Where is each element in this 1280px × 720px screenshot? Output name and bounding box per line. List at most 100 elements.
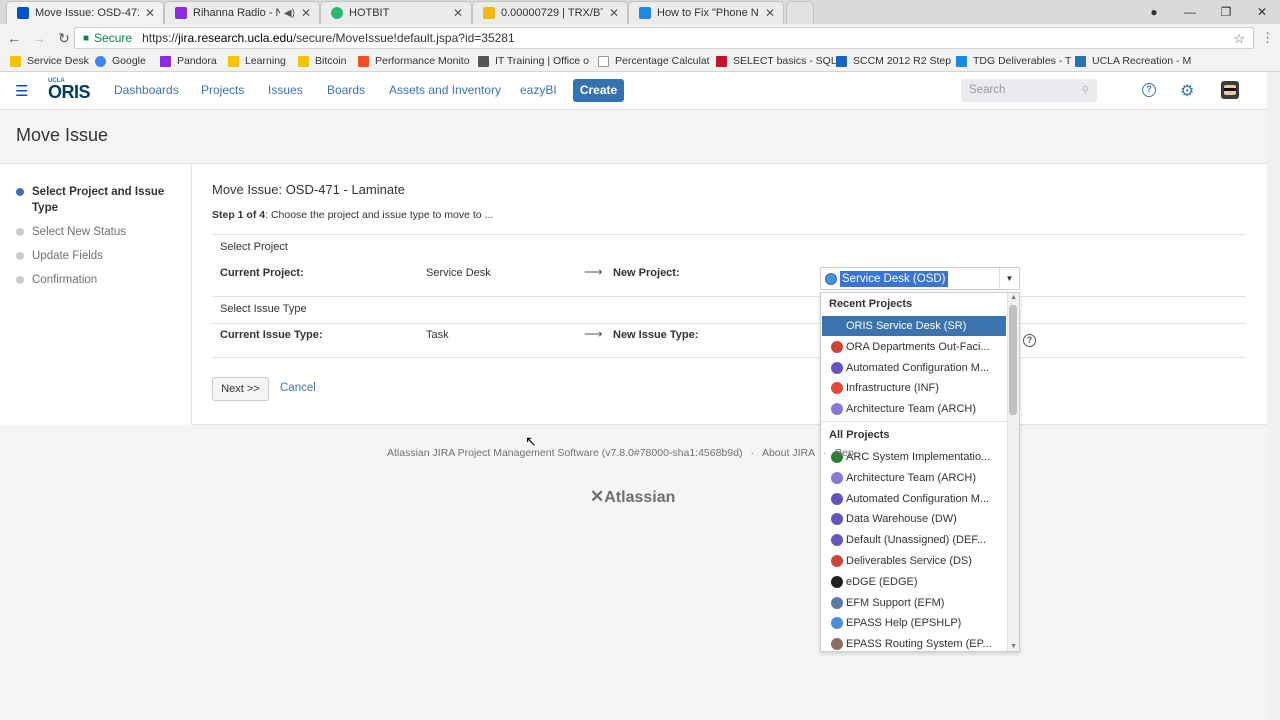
- all-project-option[interactable]: Automated Configuration M...: [822, 489, 1006, 509]
- article-favicon-icon: [639, 7, 651, 19]
- bookmark-sccm[interactable]: SCCM 2012 R2 Step: [836, 55, 951, 67]
- nav-boards[interactable]: Boards: [327, 83, 365, 97]
- all-project-option[interactable]: Data Warehouse (DW): [822, 509, 1006, 529]
- bookmark-label: Pandora: [177, 55, 217, 67]
- bookmark-select-basics[interactable]: SELECT basics - SQL: [716, 55, 837, 67]
- folder-icon: [228, 55, 239, 67]
- all-project-option[interactable]: EFM Support (EFM): [822, 593, 1006, 613]
- bookmark-label: UCLA Recreation - M: [1092, 55, 1192, 67]
- wizard-steps: Select Project and Issue Type Select New…: [0, 164, 192, 425]
- url-text[interactable]: https://jira.research.ucla.edu/secure/Mo…: [142, 31, 515, 45]
- close-tab-icon[interactable]: ✕: [453, 6, 463, 20]
- bookmark-learning[interactable]: Learning: [228, 55, 286, 67]
- url-scheme: https://: [142, 31, 179, 45]
- new-project-select[interactable]: Service Desk (OSD) ▼: [820, 267, 1020, 290]
- address-bar[interactable]: ■ Secure https://jira.research.ucla.edu/…: [74, 27, 1254, 49]
- create-button[interactable]: Create: [573, 79, 624, 102]
- bookmark-google[interactable]: Google: [95, 55, 146, 67]
- nav-dashboards[interactable]: Dashboards: [114, 83, 179, 97]
- browser-menu-icon[interactable]: ⋮: [1261, 30, 1274, 46]
- audio-playing-icon[interactable]: ◀): [284, 8, 295, 19]
- minimize-icon[interactable]: —: [1172, 5, 1208, 19]
- recent-project-option[interactable]: Automated Configuration M...: [822, 358, 1006, 378]
- new-tab-button[interactable]: [786, 1, 814, 24]
- search-icon[interactable]: ⚲: [1082, 79, 1089, 102]
- scrollbar-thumb[interactable]: [1009, 305, 1017, 415]
- next-button[interactable]: Next >>: [212, 377, 269, 401]
- close-tab-icon[interactable]: ✕: [145, 6, 155, 20]
- page-icon: [598, 55, 609, 67]
- all-project-option[interactable]: eDGE (EDGE): [822, 572, 1006, 592]
- page-scrollbar[interactable]: [1267, 72, 1280, 720]
- project-option-label: ORIS Service Desk (SR): [846, 320, 967, 332]
- nav-projects[interactable]: Projects: [201, 83, 244, 97]
- gear-icon[interactable]: ⚙: [1180, 81, 1194, 101]
- bookmark-percentage-calculator[interactable]: Percentage Calculat: [598, 55, 710, 67]
- all-project-option[interactable]: EPASS Help (EPSHLP): [822, 613, 1006, 633]
- close-tab-icon[interactable]: ✕: [609, 6, 619, 20]
- bookmark-star-icon[interactable]: ☆: [1233, 31, 1245, 47]
- footer-separator: ·: [750, 447, 754, 459]
- project-option-label: eDGE (EDGE): [846, 575, 918, 588]
- search-input[interactable]: Search ⚲: [961, 79, 1097, 102]
- bookmark-tdg-deliverables[interactable]: TDG Deliverables - T: [956, 55, 1071, 67]
- project-option-label: EFM Support (EFM): [846, 596, 945, 609]
- footer-report-link[interactable]: Rep: [835, 447, 854, 459]
- nav-issues[interactable]: Issues: [268, 83, 303, 97]
- close-tab-icon[interactable]: ✕: [301, 6, 311, 20]
- page-title: Move Issue: [16, 125, 109, 145]
- recent-project-option[interactable]: Infrastructure (INF): [822, 378, 1006, 398]
- reload-icon[interactable]: ↻: [53, 30, 75, 47]
- help-icon[interactable]: ?: [1023, 334, 1036, 347]
- bookmark-pandora[interactable]: Pandora: [160, 55, 217, 67]
- google-icon: [95, 55, 106, 67]
- forward-arrow-icon[interactable]: →: [28, 30, 50, 46]
- recent-project-option[interactable]: ORIS Service Desk (SR): [822, 316, 1006, 336]
- all-project-option[interactable]: EPASS Routing System (EP...: [822, 634, 1006, 651]
- browser-tab-trx-btc[interactable]: 0.00000729 | TRX/BTC | E ✕: [472, 1, 628, 24]
- browser-tab-hotbit[interactable]: HOTBIT ✕: [320, 1, 472, 24]
- bookmark-ucla-recreation[interactable]: UCLA Recreation - M: [1075, 55, 1191, 67]
- recent-project-option[interactable]: ORA Departments Out-Faci...: [822, 337, 1006, 357]
- bookmark-performance-monitor[interactable]: Performance Monito: [358, 55, 470, 67]
- all-project-option[interactable]: Architecture Team (ARCH): [822, 468, 1006, 488]
- selected-project-value[interactable]: Service Desk (OSD): [840, 271, 948, 287]
- project-option-label: Deliverables Service (DS): [846, 555, 972, 567]
- dropdown-arrow-icon[interactable]: ▼: [999, 268, 1019, 289]
- browser-tab-how-to-fix[interactable]: How to Fix "Phone Not R ✕: [628, 1, 784, 24]
- project-avatar-icon: [831, 513, 843, 526]
- profile-icon[interactable]: ●: [1136, 5, 1172, 19]
- close-window-icon[interactable]: ✕: [1244, 5, 1280, 19]
- row-divider: [212, 323, 1246, 324]
- atlassian-logo[interactable]: ✕Atlassian: [590, 487, 675, 507]
- bookmark-label: IT Training | Office o: [495, 55, 589, 67]
- close-tab-icon[interactable]: ✕: [765, 6, 775, 20]
- back-arrow-icon[interactable]: ←: [3, 30, 25, 46]
- all-project-option[interactable]: Default (Unassigned) (DEF...: [822, 530, 1006, 550]
- dropdown-scrollbar[interactable]: ▲ ▼: [1007, 293, 1019, 651]
- app-switcher-icon[interactable]: ☰: [15, 82, 28, 100]
- footer-about-link[interactable]: About JIRA: [762, 447, 815, 459]
- nav-assets-and-inventory[interactable]: Assets and Inventory: [389, 83, 501, 97]
- user-avatar[interactable]: [1221, 81, 1239, 99]
- cancel-link[interactable]: Cancel: [280, 382, 316, 394]
- all-project-option[interactable]: Deliverables Service (DS): [822, 551, 1006, 571]
- bookmark-label: Bitcoin: [315, 55, 347, 67]
- folder-icon: [10, 55, 21, 67]
- nav-eazybi[interactable]: eazyBI: [520, 83, 557, 97]
- help-icon[interactable]: ?: [1142, 83, 1156, 97]
- current-project-label: Current Project:: [220, 267, 304, 279]
- bookmark-it-training[interactable]: IT Training | Office o: [478, 55, 589, 67]
- maximize-icon[interactable]: ❐: [1208, 5, 1244, 19]
- recent-project-option[interactable]: Architecture Team (ARCH): [822, 399, 1006, 419]
- all-projects-group-label: All Projects: [829, 429, 890, 441]
- scroll-down-icon[interactable]: ▼: [1010, 643, 1017, 650]
- project-avatar-icon: [831, 555, 843, 567]
- browser-tab-move-issue[interactable]: Move Issue: OSD-471 - U ✕: [6, 1, 164, 24]
- ucla-icon: [1075, 55, 1086, 67]
- bookmark-bitcoin[interactable]: Bitcoin: [298, 55, 347, 67]
- bookmark-service-desk[interactable]: Service Desk: [10, 55, 89, 67]
- browser-tab-rihanna-radio[interactable]: Rihanna Radio - Now ◀) ✕: [164, 1, 320, 24]
- step-indicator: [16, 252, 24, 260]
- scroll-up-icon[interactable]: ▲: [1010, 294, 1017, 301]
